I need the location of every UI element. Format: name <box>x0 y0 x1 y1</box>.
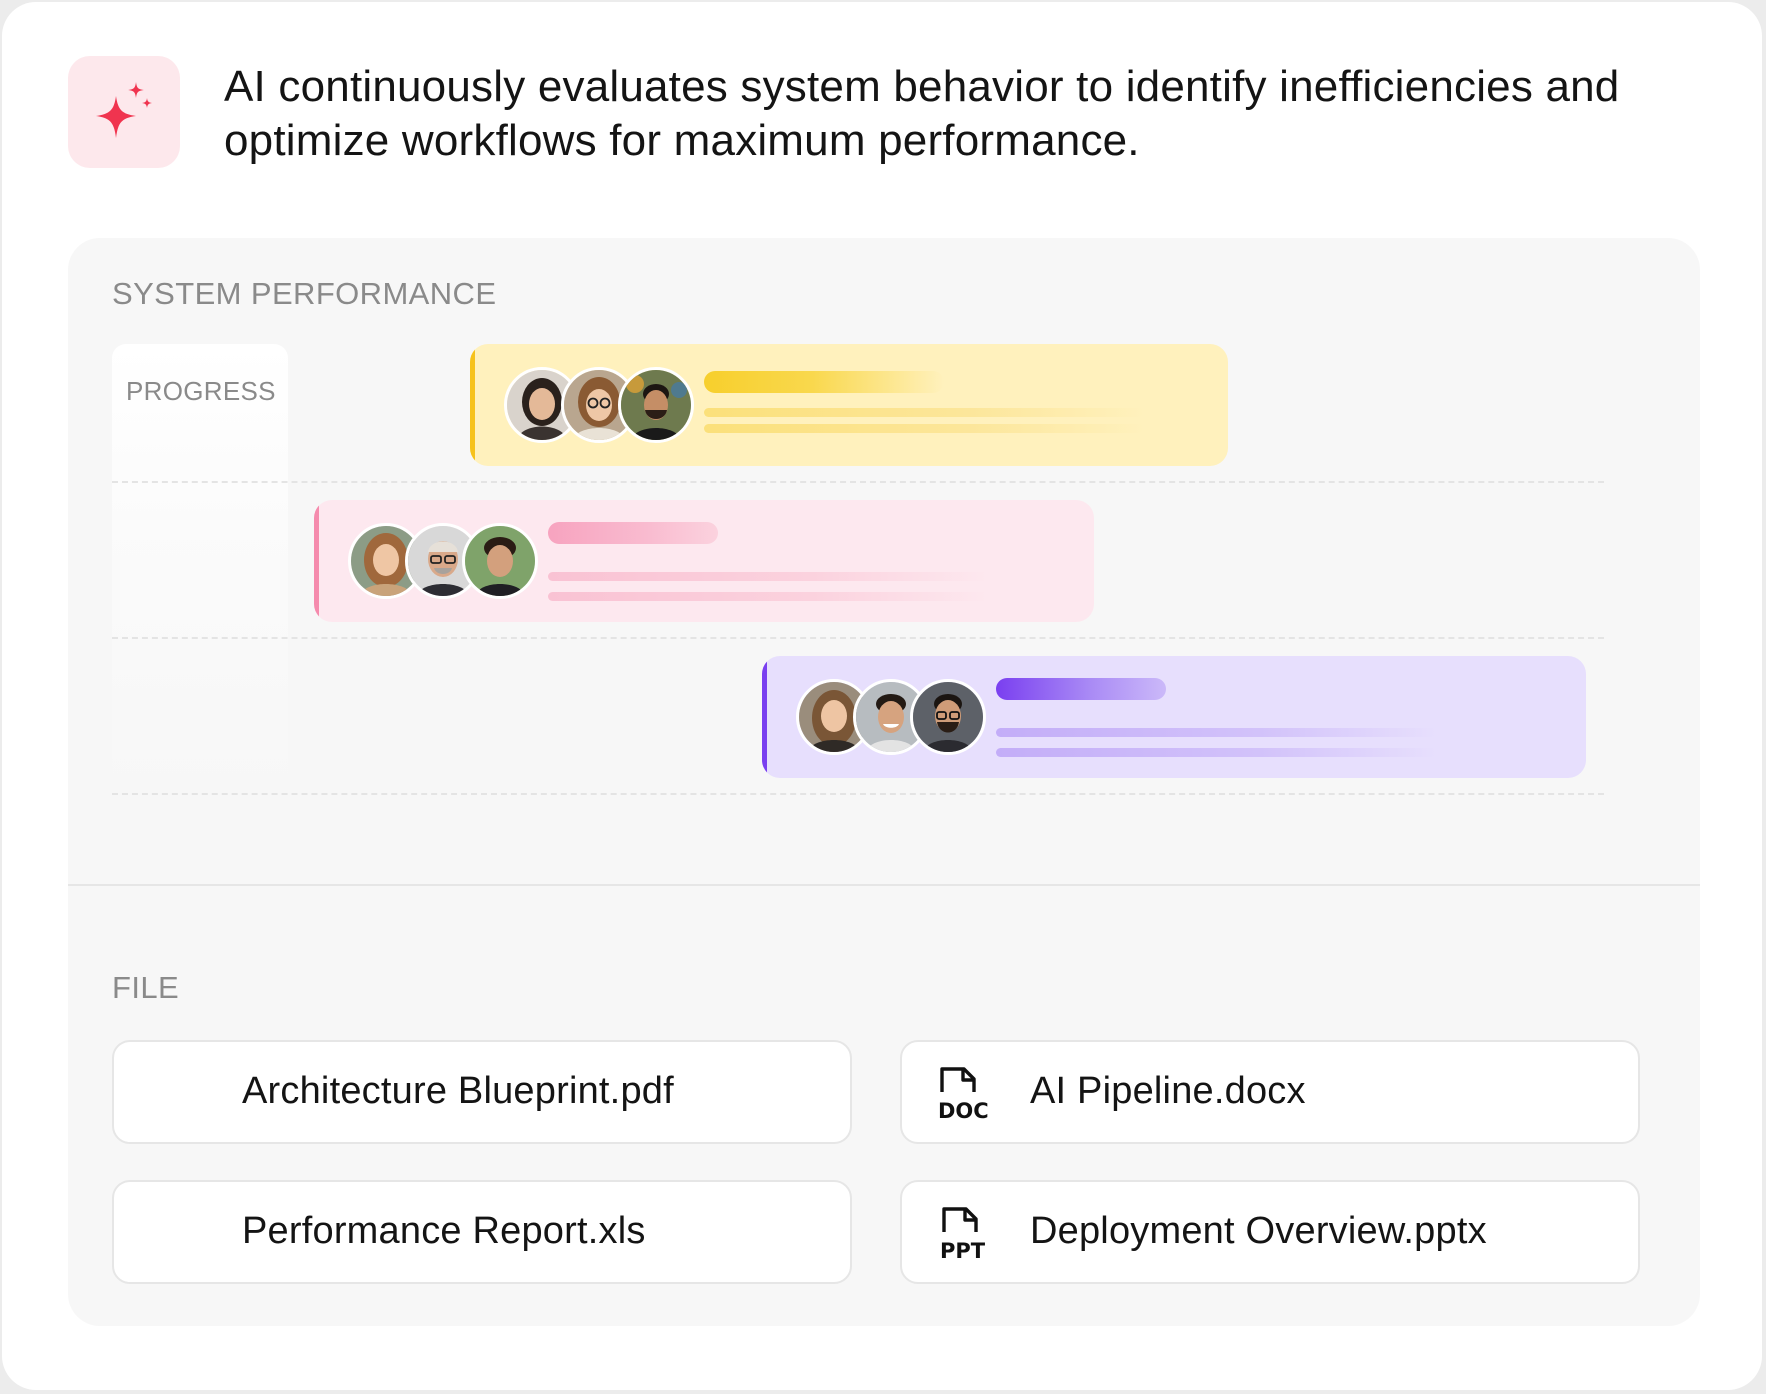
avatar[interactable] <box>618 367 694 443</box>
task-detail-line <box>704 424 1144 433</box>
task-detail-line <box>996 748 1436 757</box>
file-name: Deployment Overview.pptx <box>1030 1210 1487 1252</box>
doc-file-icon: DOC <box>938 1067 989 1122</box>
section-title-file: FILE <box>112 970 180 1005</box>
grid-line <box>112 481 1604 483</box>
file-item-deployment-overview[interactable]: PPT Deployment Overview.pptx <box>900 1180 1640 1284</box>
task-detail-line <box>548 592 988 601</box>
grid-line <box>112 637 1604 639</box>
file-name: Performance Report.xls <box>242 1210 646 1252</box>
avatar-group <box>504 367 704 443</box>
section-title-performance: SYSTEM PERFORMANCE <box>112 276 497 311</box>
task-bar-yellow[interactable] <box>470 344 1228 466</box>
avatar-man-curly-hair <box>465 526 535 596</box>
task-detail-line <box>548 572 988 581</box>
file-name: AI Pipeline.docx <box>1030 1070 1306 1112</box>
sparkle-tile <box>68 56 180 168</box>
grid-line <box>112 793 1604 795</box>
task-detail-line <box>996 728 1436 737</box>
task-bar-pink[interactable] <box>314 500 1094 622</box>
avatar-group <box>348 523 548 599</box>
avatar-man-beard-glasses <box>913 682 983 752</box>
avatar-group <box>796 679 996 755</box>
file-name: Architecture Blueprint.pdf <box>242 1070 674 1112</box>
task-accent <box>470 344 475 466</box>
feature-card: AI continuously evaluates system behavio… <box>2 2 1762 1390</box>
ppt-file-icon: PPT <box>940 1207 986 1262</box>
progress-label: PROGRESS <box>126 376 276 406</box>
task-progress-bar <box>704 371 944 393</box>
svg-text:DOC: DOC <box>938 1099 989 1122</box>
section-divider <box>68 884 1700 886</box>
file-item-performance-report[interactable]: Performance Report.xls <box>112 1180 852 1284</box>
task-progress-bar <box>996 678 1166 700</box>
task-progress-bar <box>548 522 718 544</box>
avatar[interactable] <box>462 523 538 599</box>
task-bar-purple[interactable] <box>762 656 1586 778</box>
sparkle-icon <box>96 82 152 138</box>
file-item-architecture-blueprint[interactable]: Architecture Blueprint.pdf <box>112 1040 852 1144</box>
avatar-man-beard <box>621 370 691 440</box>
file-item-ai-pipeline[interactable]: DOC AI Pipeline.docx <box>900 1040 1640 1144</box>
content-panel: SYSTEM PERFORMANCE PROGRESS FILE Archite… <box>68 238 1700 1326</box>
avatar[interactable] <box>910 679 986 755</box>
svg-text:PPT: PPT <box>940 1239 986 1262</box>
task-accent <box>762 656 767 778</box>
progress-column: PROGRESS <box>112 344 288 792</box>
task-detail-line <box>704 408 1144 417</box>
headline: AI continuously evaluates system behavio… <box>224 62 1620 165</box>
task-accent <box>314 500 319 622</box>
